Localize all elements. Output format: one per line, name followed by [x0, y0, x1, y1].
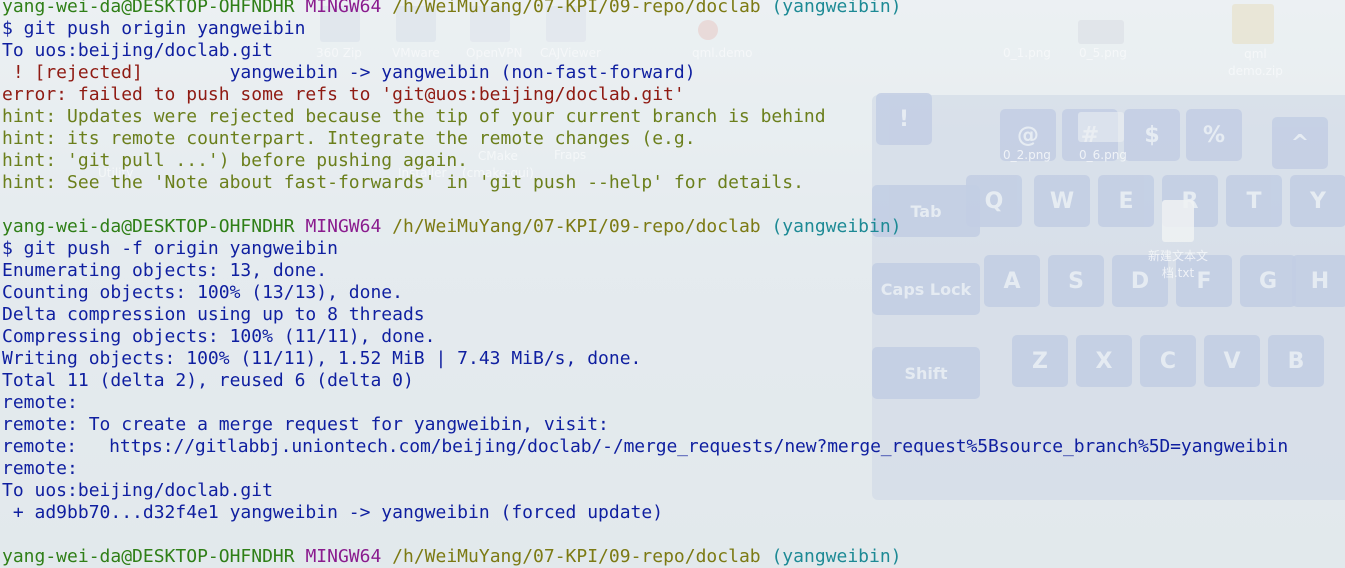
prompt-user-host: yang-wei-da@DESKTOP-OHFNDHR — [2, 216, 295, 237]
hint-line: hint: See the 'Note about fast-forwards'… — [2, 172, 804, 193]
hint-line: hint: its remote counterpart. Integrate … — [2, 128, 696, 149]
merge-request-url-line[interactable]: remote: https://gitlabbj.uniontech.com/b… — [2, 436, 1288, 458]
hint-line: hint: Updates were rejected because the … — [2, 106, 826, 127]
prompt-user-host: yang-wei-da@DESKTOP-OHFNDHR — [2, 0, 295, 17]
prompt-path: /h/WeiMuYang/07-KPI/09-repo/doclab — [392, 216, 761, 237]
terminal-window[interactable]: yang-wei-da@DESKTOP-OHFNDHR MINGW64 /h/W… — [0, 0, 1345, 568]
output-line: + ad9bb70...d32f4e1 yangweibin -> yangwe… — [2, 502, 664, 523]
output-line: Total 11 (delta 2), reused 6 (delta 0) — [2, 370, 414, 391]
rejected-refs: yangweibin -> yangweibin (non-fast-forwa… — [142, 62, 696, 83]
prompt-line: yang-wei-da@DESKTOP-OHFNDHR MINGW64 /h/W… — [2, 546, 902, 568]
prompt-user-host: yang-wei-da@DESKTOP-OHFNDHR — [2, 546, 295, 567]
prompt-line: yang-wei-da@DESKTOP-OHFNDHR MINGW64 /h/W… — [2, 216, 902, 238]
prompt-branch: (yangweibin) — [771, 0, 902, 17]
prompt-line: yang-wei-da@DESKTOP-OHFNDHR MINGW64 /h/W… — [2, 0, 902, 18]
output-line: To uos:beijing/doclab.git — [2, 40, 273, 61]
prompt-path: /h/WeiMuYang/07-KPI/09-repo/doclab — [392, 546, 761, 567]
command-line: $ git push origin yangweibin — [2, 18, 306, 39]
prompt-env: MINGW64 — [305, 0, 382, 17]
output-line: remote: To create a merge request for ya… — [2, 414, 609, 435]
output-line: Enumerating objects: 13, done. — [2, 260, 328, 281]
rejected-tag: ! [rejected] — [2, 62, 143, 83]
prompt-env: MINGW64 — [305, 546, 382, 567]
output-line: remote: — [2, 392, 78, 413]
prompt-path: /h/WeiMuYang/07-KPI/09-repo/doclab — [392, 0, 761, 17]
output-line: To uos:beijing/doclab.git — [2, 480, 273, 501]
hint-line: hint: 'git pull ...') before pushing aga… — [2, 150, 468, 171]
command-line: $ git push -f origin yangweibin — [2, 238, 338, 259]
output-line: Delta compression using up to 8 threads — [2, 304, 425, 325]
prompt-env: MINGW64 — [305, 216, 382, 237]
output-line: Writing objects: 100% (11/11), 1.52 MiB … — [2, 348, 642, 369]
output-line: remote: — [2, 458, 78, 479]
rejected-line: ! [rejected] yangweibin -> yangweibin (n… — [2, 62, 696, 84]
error-line: error: failed to push some refs to 'git@… — [2, 84, 685, 105]
output-line: Compressing objects: 100% (11/11), done. — [2, 326, 436, 347]
prompt-branch: (yangweibin) — [771, 216, 902, 237]
prompt-branch: (yangweibin) — [771, 546, 902, 567]
output-line: Counting objects: 100% (13/13), done. — [2, 282, 403, 303]
